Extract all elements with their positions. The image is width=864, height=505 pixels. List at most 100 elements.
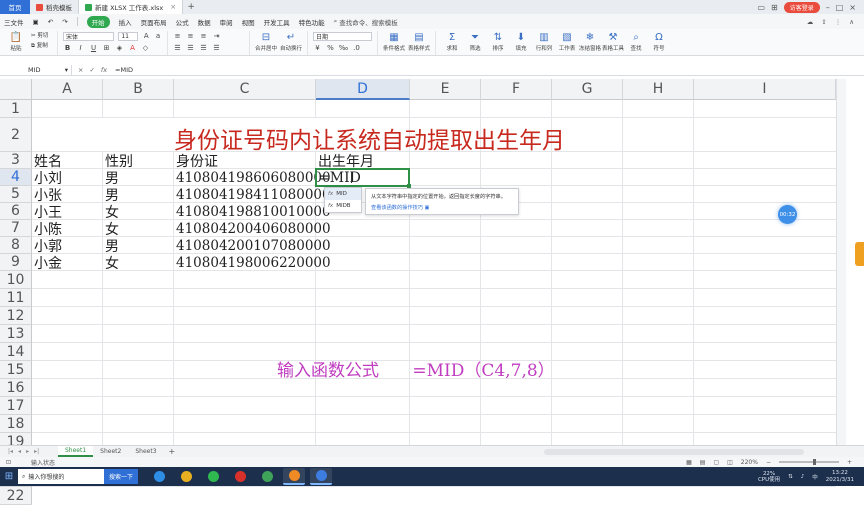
cell-gender[interactable]: 男 — [103, 169, 119, 187]
border-icon[interactable]: ⊞ — [102, 44, 111, 53]
add-sheet-button[interactable]: + — [164, 447, 181, 456]
symbol-button[interactable]: Ω 符号 — [648, 31, 670, 55]
input-method-icon[interactable]: 中 — [812, 473, 818, 481]
row-header[interactable]: 9 — [0, 254, 32, 271]
column-header-c[interactable]: C — [174, 79, 316, 100]
select-all-corner[interactable] — [0, 79, 32, 100]
align-center-icon[interactable]: ☰ — [186, 44, 195, 53]
header-id[interactable]: 身份证 — [174, 152, 218, 170]
normal-view-icon[interactable]: ▦ — [686, 459, 692, 466]
menu-view[interactable]: 视图 — [242, 17, 255, 27]
iqiyi-icon[interactable] — [202, 468, 224, 485]
align-bottom-icon[interactable]: ≡ — [199, 32, 208, 41]
percent-icon[interactable]: % — [326, 44, 335, 53]
new-tab-button[interactable]: + — [183, 2, 199, 12]
windows-start-icon[interactable]: ⊞ — [0, 467, 18, 486]
video-player-icon[interactable] — [256, 468, 278, 485]
column-header-g[interactable]: G — [552, 79, 623, 100]
cell-gender[interactable]: 男 — [103, 237, 119, 255]
cell-gender[interactable]: 女 — [103, 203, 119, 221]
command-search[interactable]: ⌕ 查找命令、搜索模板 — [334, 17, 398, 27]
row-header[interactable]: 14 — [0, 343, 32, 361]
login-button[interactable]: 访客登录 — [783, 1, 820, 13]
cell-id[interactable]: 410804198411080000 — [174, 186, 331, 203]
fill-button[interactable]: ⬇ 填充 — [510, 31, 532, 55]
name-box[interactable]: MID ▾ — [0, 64, 72, 75]
align-right-icon[interactable]: ☰ — [199, 44, 208, 53]
menu-home[interactable]: 开始 — [86, 15, 110, 28]
share-icon[interactable]: ⇪ — [821, 18, 826, 26]
volume-icon[interactable]: ♪ — [801, 474, 805, 480]
row-header[interactable]: 13 — [0, 325, 32, 343]
macro-icon[interactable]: ⊡ — [6, 459, 11, 466]
header-name[interactable]: 姓名 — [32, 152, 62, 170]
column-header-d[interactable]: D — [316, 79, 410, 100]
vertical-scrollbar[interactable] — [836, 79, 846, 445]
confirm-icon[interactable]: ✓ — [89, 66, 94, 74]
taskbar-search[interactable]: ⌕ 输入你想搜的 搜索一下 — [18, 469, 138, 484]
indent-icon[interactable]: ⇥ — [212, 32, 221, 41]
timer-badge[interactable]: 00:32 — [778, 205, 797, 224]
font-color-icon[interactable]: A — [128, 44, 137, 53]
conditional-format-button[interactable]: ▦ 条件格式 — [383, 31, 405, 55]
wrap-text-button[interactable]: ↵ 自动换行 — [280, 31, 302, 55]
layout-icon[interactable]: ▭ — [757, 3, 765, 12]
freeze-panes-button[interactable]: ❄ 冻结窗格 — [579, 31, 601, 55]
grid-icon[interactable]: ⊞ — [771, 3, 778, 12]
row-header[interactable]: 3 — [0, 152, 32, 169]
underline-icon[interactable]: U — [89, 44, 98, 53]
sheet-tab-1[interactable]: Sheet1 — [58, 446, 94, 457]
menu-data[interactable]: 数据 — [198, 17, 211, 27]
cell-id[interactable]: 410804200406080000 — [174, 220, 331, 237]
row-col-button[interactable]: ▥ 行和列 — [533, 31, 555, 55]
menu-insert[interactable]: 插入 — [119, 17, 132, 27]
cell-gender[interactable]: 女 — [103, 220, 119, 238]
zoom-knob[interactable] — [812, 459, 816, 465]
align-left-icon[interactable]: ☰ — [173, 44, 182, 53]
cut-button[interactable]: ✂ 剪切 — [31, 31, 48, 39]
zoom-in-icon[interactable]: + — [847, 459, 852, 466]
cell-gender[interactable]: 男 — [103, 186, 119, 204]
font-name-select[interactable]: 宋体 — [63, 31, 115, 41]
cell-name[interactable]: 小金 — [32, 254, 62, 272]
minimize-icon[interactable]: – — [826, 3, 830, 12]
side-widget-icon[interactable] — [855, 242, 864, 266]
align-middle-icon[interactable]: ≡ — [186, 32, 195, 41]
autocomplete-item-mid[interactable]: fx MID — [325, 188, 361, 200]
row-header[interactable]: 16 — [0, 379, 32, 397]
cell-name[interactable]: 小郭 — [32, 237, 62, 255]
sheet-tab-3[interactable]: Sheet3 — [128, 446, 163, 457]
undo-icon[interactable]: ↶ — [48, 18, 53, 26]
fx-icon[interactable]: fx — [101, 66, 107, 74]
row-header[interactable]: 2 — [0, 118, 32, 152]
menu-page-layout[interactable]: 页面布局 — [141, 17, 167, 27]
row-header[interactable]: 22 — [0, 487, 32, 505]
cpu-meter[interactable]: 22% CPU使用 — [758, 471, 780, 483]
worksheet-button[interactable]: ▧ 工作表 — [556, 31, 578, 55]
font-size-select[interactable]: 11 — [118, 31, 139, 41]
cell-name[interactable]: 小王 — [32, 203, 62, 221]
menu-review[interactable]: 审阅 — [220, 17, 233, 27]
find-button[interactable]: ⌕ 查找 — [625, 31, 647, 55]
cell-id[interactable]: 410804198606080000 — [174, 169, 331, 186]
cell-id[interactable]: 410804198810010000 — [174, 203, 331, 220]
cell-name[interactable]: 小张 — [32, 186, 62, 204]
cell-id[interactable]: 410804198006220000 — [174, 254, 331, 271]
network-icon[interactable]: ⇅ — [788, 474, 793, 480]
tooltip-link[interactable]: 查看该函数的操作技巧 ▣ — [371, 204, 513, 211]
close-window-icon[interactable]: × — [849, 3, 856, 12]
next-sheet-icon[interactable]: ▸ — [26, 448, 29, 455]
row-header[interactable]: 10 — [0, 271, 32, 289]
bold-icon[interactable]: B — [63, 44, 72, 53]
font-grow-icon[interactable]: A — [142, 32, 150, 41]
page-break-icon[interactable]: ▤ — [700, 459, 706, 466]
zoom-level[interactable]: 220% — [741, 459, 758, 466]
close-icon[interactable]: × — [170, 3, 176, 11]
header-gender[interactable]: 性别 — [103, 152, 133, 170]
last-sheet-icon[interactable]: ▸| — [34, 448, 39, 455]
row-header[interactable]: 15 — [0, 361, 32, 379]
clear-icon[interactable]: ◇ — [141, 44, 150, 53]
tab-workbook[interactable]: 新建 XLSX 工作表.xlsx × — [79, 0, 184, 14]
table-style-button[interactable]: ▤ 表格样式 — [408, 31, 430, 55]
file-menu[interactable]: 三文件 — [4, 17, 24, 27]
